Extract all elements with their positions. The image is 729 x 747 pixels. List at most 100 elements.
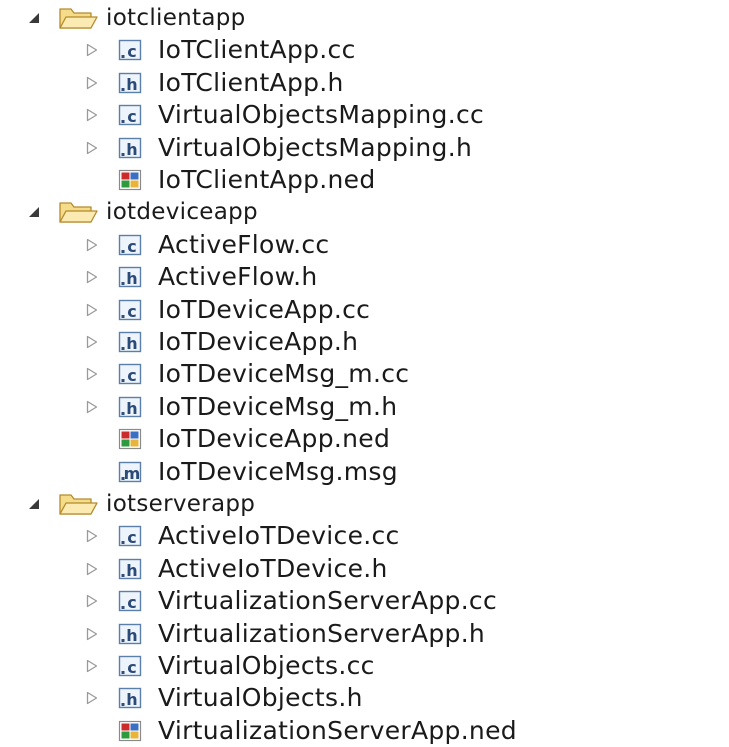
- collapsed-arrow-icon[interactable]: [80, 654, 104, 678]
- svg-text:m: m: [124, 464, 141, 483]
- h-header-file-icon: h: [118, 622, 142, 646]
- ned-file-icon: [118, 168, 142, 192]
- collapsed-arrow-icon[interactable]: [80, 265, 104, 289]
- h-header-file-icon: h: [118, 557, 142, 581]
- c-source-file-icon: c: [118, 524, 142, 548]
- file-label: IoTClientApp.h: [158, 67, 344, 97]
- tree-file-item[interactable]: h VirtualObjects.h: [80, 682, 363, 714]
- file-label: IoTDeviceMsg_m.cc: [158, 359, 410, 389]
- tree-file-item[interactable]: h ActiveFlow.h: [80, 261, 318, 293]
- svg-text:c: c: [127, 302, 136, 321]
- collapsed-arrow-icon[interactable]: [80, 298, 104, 322]
- svg-text:h: h: [126, 399, 137, 418]
- file-label: IoTDeviceMsg_m.h: [158, 391, 398, 421]
- file-label: IoTDeviceApp.h: [158, 327, 359, 356]
- file-label: ActiveIoTDevice.cc: [158, 521, 400, 551]
- svg-text:h: h: [126, 561, 137, 580]
- file-label: VirtualObjects.h: [158, 683, 363, 713]
- collapsed-arrow-icon[interactable]: [80, 362, 104, 386]
- h-header-file-icon: h: [118, 395, 142, 419]
- collapsed-arrow-icon[interactable]: [80, 589, 104, 613]
- tree-file-item[interactable]: c ActiveIoTDevice.cc: [80, 520, 400, 552]
- svg-text:h: h: [126, 140, 137, 159]
- svg-text:h: h: [126, 626, 137, 645]
- tree-file-item[interactable]: c IoTDeviceApp.cc: [80, 294, 370, 326]
- h-header-file-icon: h: [118, 71, 142, 95]
- file-label: IoTClientApp.ned: [158, 165, 376, 194]
- tree-file-item[interactable]: h IoTDeviceMsg_m.h: [80, 391, 397, 423]
- collapsed-arrow-icon[interactable]: [80, 330, 104, 354]
- tree-file-item[interactable]: h ActiveIoTDevice.h: [80, 553, 388, 585]
- tree-file-item[interactable]: h IoTClientApp.h: [80, 67, 344, 99]
- h-header-file-icon: h: [118, 136, 142, 160]
- tree-file-item[interactable]: c VirtualizationServerApp.cc: [80, 585, 497, 617]
- svg-text:h: h: [126, 690, 137, 709]
- file-label: VirtualizationServerApp.ned: [158, 715, 517, 745]
- file-label: VirtualizationServerApp.cc: [158, 586, 498, 616]
- collapsed-arrow-icon[interactable]: [80, 38, 104, 62]
- no-toggle-spacer: [80, 460, 104, 484]
- tree-folder-iotserverapp[interactable]: iotserverapp: [22, 488, 255, 520]
- expand-toggle-icon[interactable]: [22, 492, 46, 516]
- tree-folder-iotclientapp[interactable]: iotclientapp: [22, 2, 246, 34]
- folder-icon: [58, 199, 98, 225]
- folder-icon: [58, 5, 98, 31]
- file-label: IoTDeviceApp.ned: [158, 424, 391, 454]
- folder-label: iotclientapp: [106, 5, 246, 31]
- c-source-file-icon: c: [118, 38, 142, 62]
- file-label: VirtualObjectsMapping.cc: [158, 100, 485, 130]
- c-source-file-icon: c: [118, 654, 142, 678]
- h-header-file-icon: h: [118, 686, 142, 710]
- svg-text:c: c: [127, 528, 136, 547]
- tree-folder-iotdeviceapp[interactable]: iotdeviceapp: [22, 196, 258, 228]
- msg-file-icon: m: [118, 460, 142, 484]
- no-toggle-spacer: [80, 427, 104, 451]
- tree-file-item[interactable]: c VirtualObjects.cc: [80, 650, 375, 682]
- svg-text:h: h: [126, 75, 137, 94]
- file-label: IoTClientApp.cc: [158, 35, 356, 65]
- svg-text:h: h: [126, 334, 137, 353]
- tree-file-item[interactable]: VirtualizationServerApp.ned: [80, 715, 517, 747]
- tree-file-item[interactable]: h VirtualObjectsMapping.h: [80, 132, 472, 164]
- tree-file-item[interactable]: c IoTClientApp.cc: [80, 34, 356, 66]
- svg-text:c: c: [127, 593, 136, 612]
- collapsed-arrow-icon[interactable]: [80, 686, 104, 710]
- no-toggle-spacer: [80, 168, 104, 192]
- folder-label: iotdeviceapp: [106, 199, 258, 226]
- svg-text:c: c: [127, 366, 136, 385]
- tree-file-item[interactable]: h IoTDeviceApp.h: [80, 326, 358, 358]
- file-label: ActiveFlow.h: [158, 262, 318, 292]
- tree-file-item[interactable]: IoTDeviceApp.ned: [80, 423, 390, 455]
- tree-file-item[interactable]: m IoTDeviceMsg.msg: [80, 456, 398, 488]
- tree-file-item[interactable]: h VirtualizationServerApp.h: [80, 618, 485, 650]
- collapsed-arrow-icon[interactable]: [80, 622, 104, 646]
- collapsed-arrow-icon[interactable]: [80, 103, 104, 127]
- svg-text:c: c: [127, 658, 136, 677]
- tree-file-item[interactable]: c ActiveFlow.cc: [80, 229, 329, 261]
- collapsed-arrow-icon[interactable]: [80, 524, 104, 548]
- file-label: ActiveFlow.cc: [158, 229, 330, 259]
- collapsed-arrow-icon[interactable]: [80, 71, 104, 95]
- no-toggle-spacer: [80, 719, 104, 743]
- collapsed-arrow-icon[interactable]: [80, 233, 104, 257]
- h-header-file-icon: h: [118, 330, 142, 354]
- c-source-file-icon: c: [118, 589, 142, 613]
- c-source-file-icon: c: [118, 103, 142, 127]
- tree-file-item[interactable]: c VirtualObjectsMapping.cc: [80, 99, 484, 131]
- tree-file-item[interactable]: c IoTDeviceMsg_m.cc: [80, 358, 409, 390]
- file-label: IoTDeviceApp.cc: [158, 294, 371, 324]
- expand-toggle-icon[interactable]: [22, 200, 46, 224]
- ned-file-icon: [118, 719, 142, 743]
- expand-toggle-icon[interactable]: [22, 6, 46, 30]
- tree-file-item[interactable]: IoTClientApp.ned: [80, 164, 376, 196]
- c-source-file-icon: c: [118, 233, 142, 257]
- collapsed-arrow-icon[interactable]: [80, 136, 104, 160]
- svg-text:h: h: [126, 269, 137, 288]
- collapsed-arrow-icon[interactable]: [80, 557, 104, 581]
- collapsed-arrow-icon[interactable]: [80, 395, 104, 419]
- svg-text:c: c: [127, 42, 136, 61]
- folder-icon: [58, 491, 98, 517]
- c-source-file-icon: c: [118, 298, 142, 322]
- svg-text:c: c: [127, 107, 136, 126]
- file-label: IoTDeviceMsg.msg: [158, 456, 398, 486]
